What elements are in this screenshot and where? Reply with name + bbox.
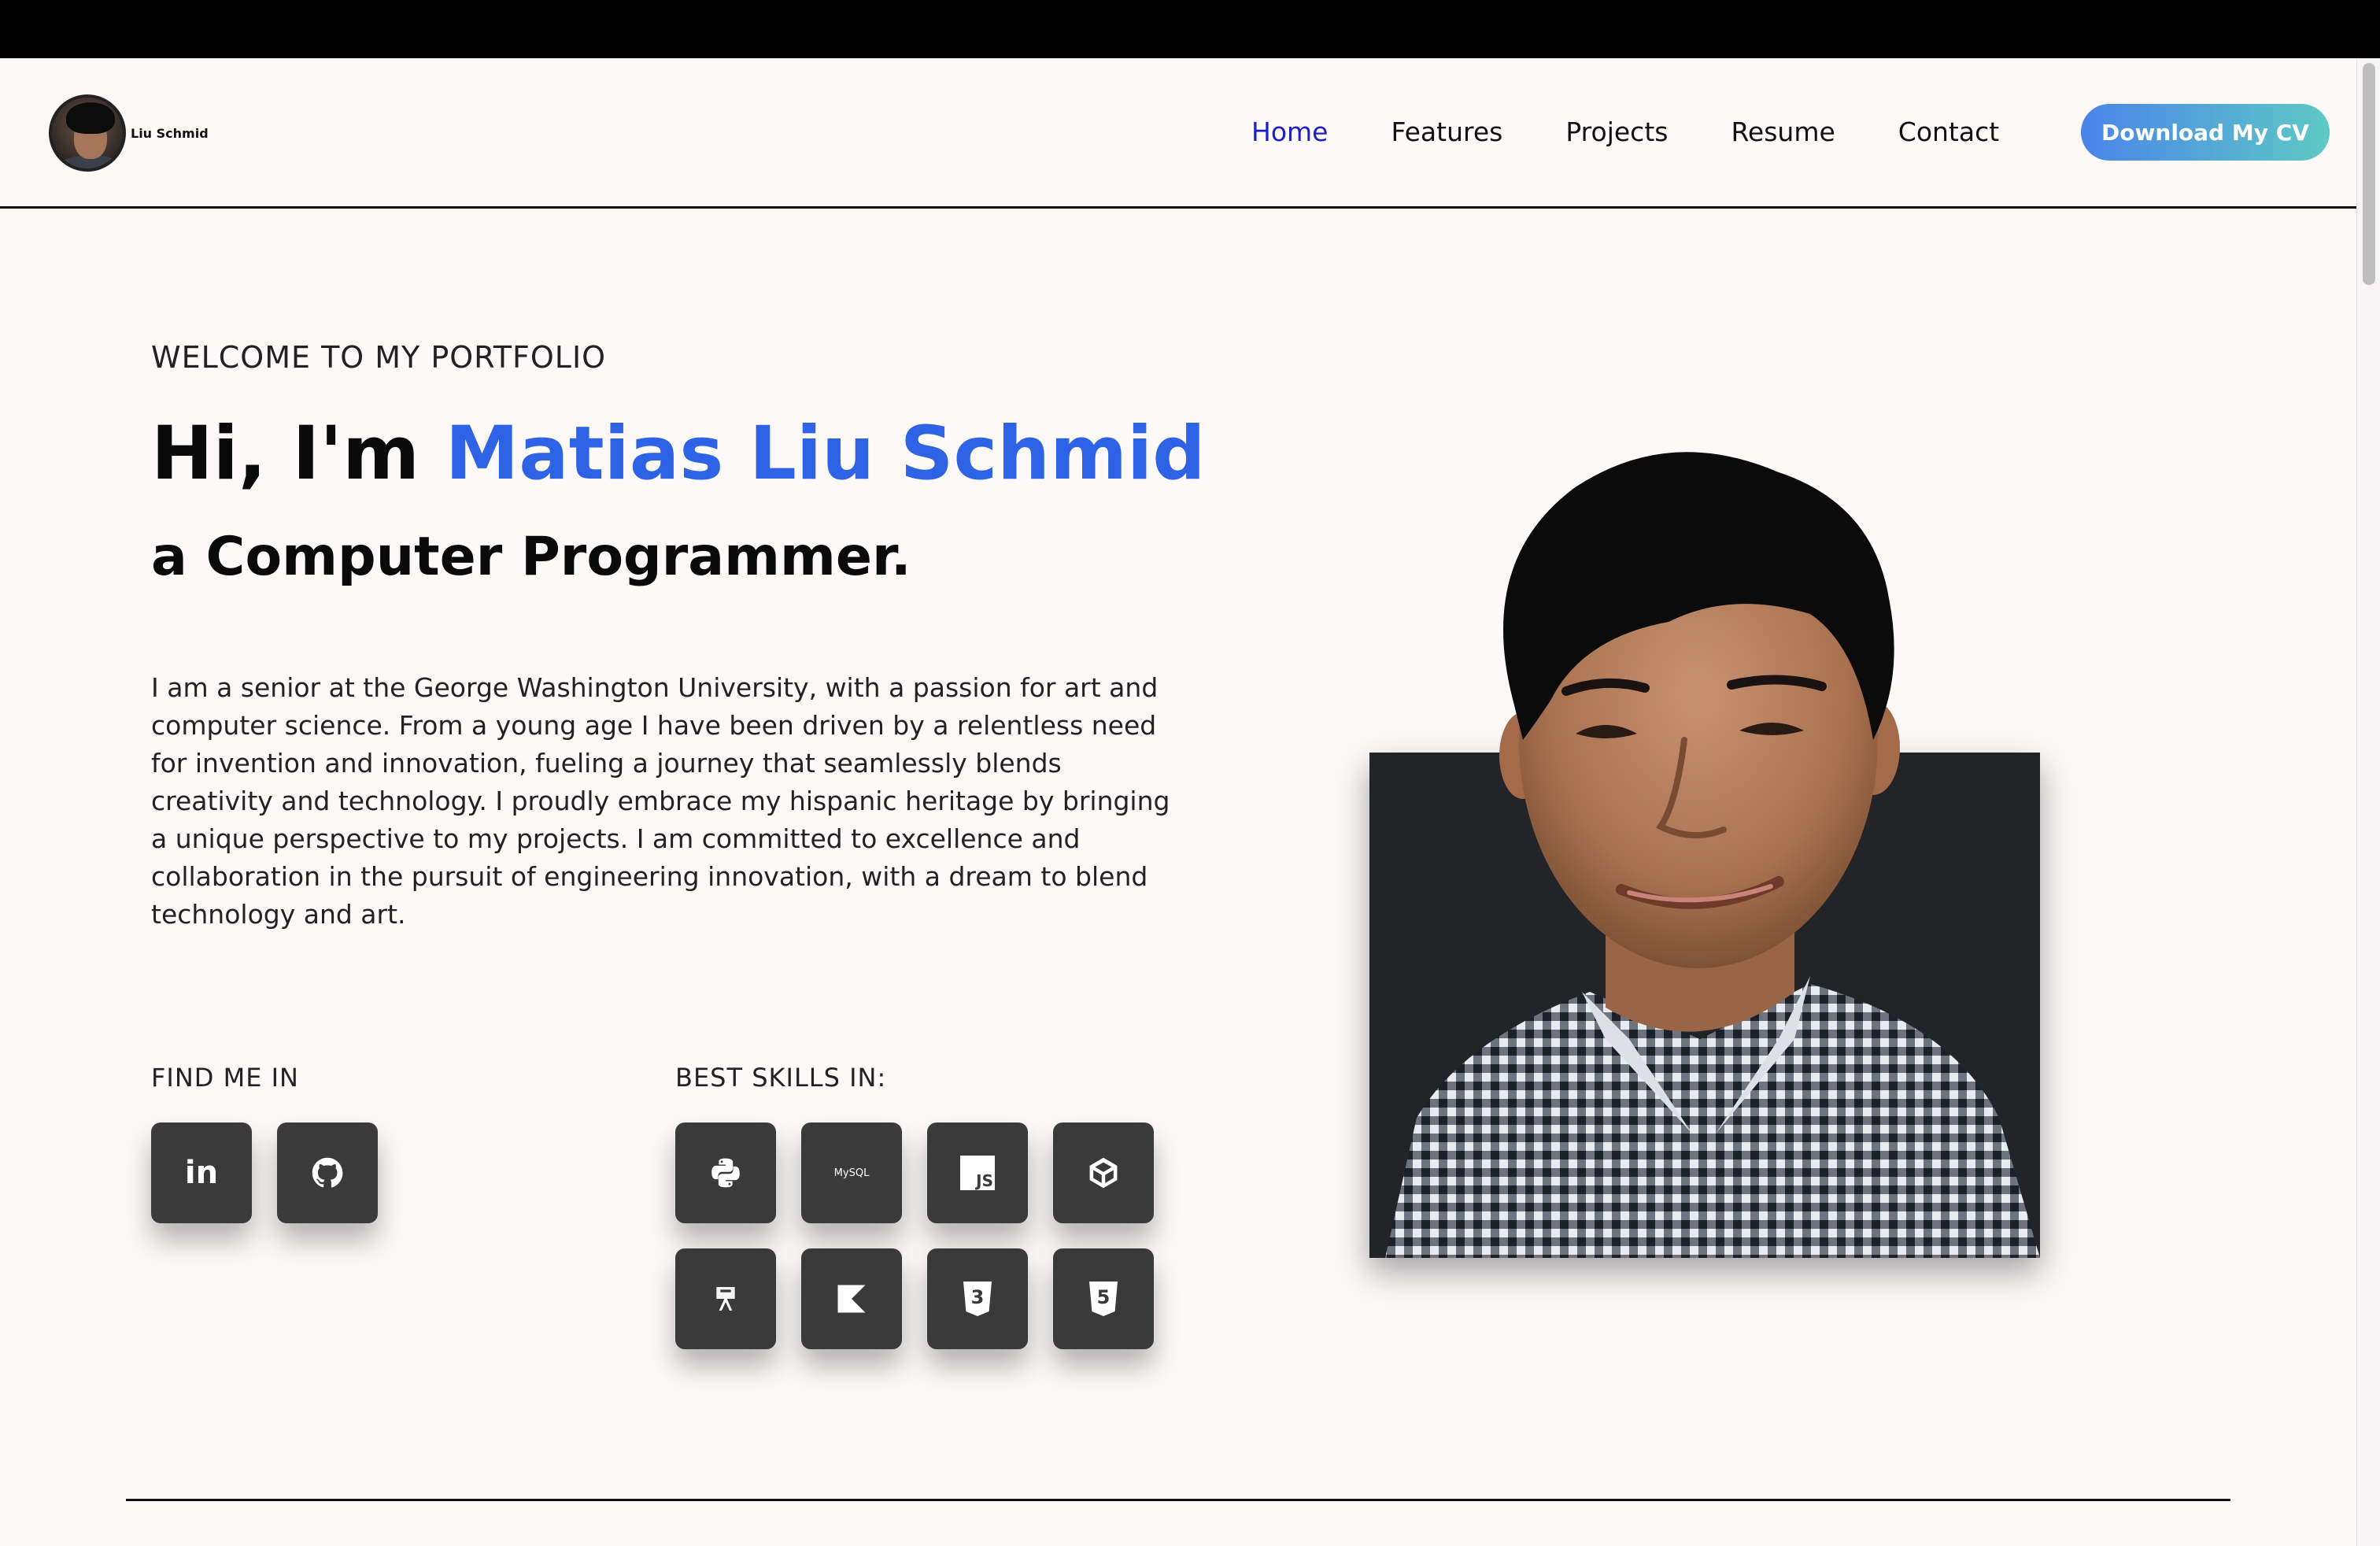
profile-photo — [1369, 441, 2040, 1258]
nav-home[interactable]: Home — [1251, 117, 1328, 147]
javascript-icon: JS — [960, 1156, 995, 1190]
kotlin-icon — [837, 1285, 866, 1313]
html5-icon: 5 — [1088, 1282, 1119, 1316]
welcome-heading: WELCOME TO MY PORTFOLIO — [151, 340, 607, 375]
best-skills-label: BEST SKILLS IN: — [675, 1063, 887, 1093]
hero-bio: I am a senior at the George Washington U… — [151, 672, 1170, 930]
github-icon — [312, 1157, 343, 1188]
section-divider — [126, 1499, 2230, 1501]
find-me-label: FIND ME IN — [151, 1063, 299, 1093]
python-icon — [711, 1158, 740, 1188]
site-header: Liu Schmid Home Features Projects Resume… — [0, 58, 2356, 208]
linkedin-icon: in — [184, 1155, 219, 1191]
unity-icon — [1089, 1157, 1118, 1189]
avatar — [49, 94, 126, 172]
skill-mysql[interactable]: MySQL — [801, 1123, 902, 1223]
nav-projects[interactable]: Projects — [1565, 117, 1668, 147]
skill-html5[interactable]: 5 — [1053, 1248, 1154, 1349]
mysql-icon: MySQL — [833, 1167, 870, 1179]
nav-features[interactable]: Features — [1391, 117, 1502, 147]
scrollbar-thumb[interactable] — [2363, 63, 2375, 285]
skill-javascript[interactable]: JS — [927, 1123, 1028, 1223]
download-cv-button[interactable]: Download My CV — [2081, 104, 2330, 161]
hero-greeting: Hi, I'm — [151, 411, 445, 497]
hero-role: a Computer Programmer. — [151, 526, 911, 588]
nav-contact[interactable]: Contact — [1898, 117, 1999, 147]
nav-resume[interactable]: Resume — [1731, 117, 1835, 147]
page-scrollbar[interactable] — [2356, 58, 2380, 1546]
skill-css3[interactable]: 3 — [927, 1248, 1028, 1349]
skill-unity[interactable] — [1053, 1123, 1154, 1223]
browser-top-bar — [0, 0, 2380, 58]
css3-icon: 3 — [962, 1282, 993, 1316]
linkedin-button[interactable]: in — [151, 1123, 252, 1223]
hero-name: Matias Liu Schmid — [445, 411, 1206, 497]
brand-logo[interactable]: Liu Schmid — [49, 94, 209, 172]
javascript-icon-text: JS — [976, 1171, 993, 1190]
github-button[interactable] — [277, 1123, 378, 1223]
main-nav: Home Features Projects Resume Contact — [1251, 117, 2062, 147]
skill-python[interactable] — [675, 1123, 776, 1223]
hero-title: Hi, I'm Matias Liu Schmid — [151, 411, 1206, 497]
css3-icon-text: 3 — [970, 1286, 985, 1308]
skill-android-studio[interactable] — [675, 1248, 776, 1349]
header-divider — [0, 206, 2356, 209]
skill-kotlin[interactable] — [801, 1248, 902, 1349]
brand-name: Liu Schmid — [131, 125, 209, 141]
android-studio-icon — [716, 1287, 735, 1311]
html5-icon-text: 5 — [1096, 1286, 1111, 1308]
